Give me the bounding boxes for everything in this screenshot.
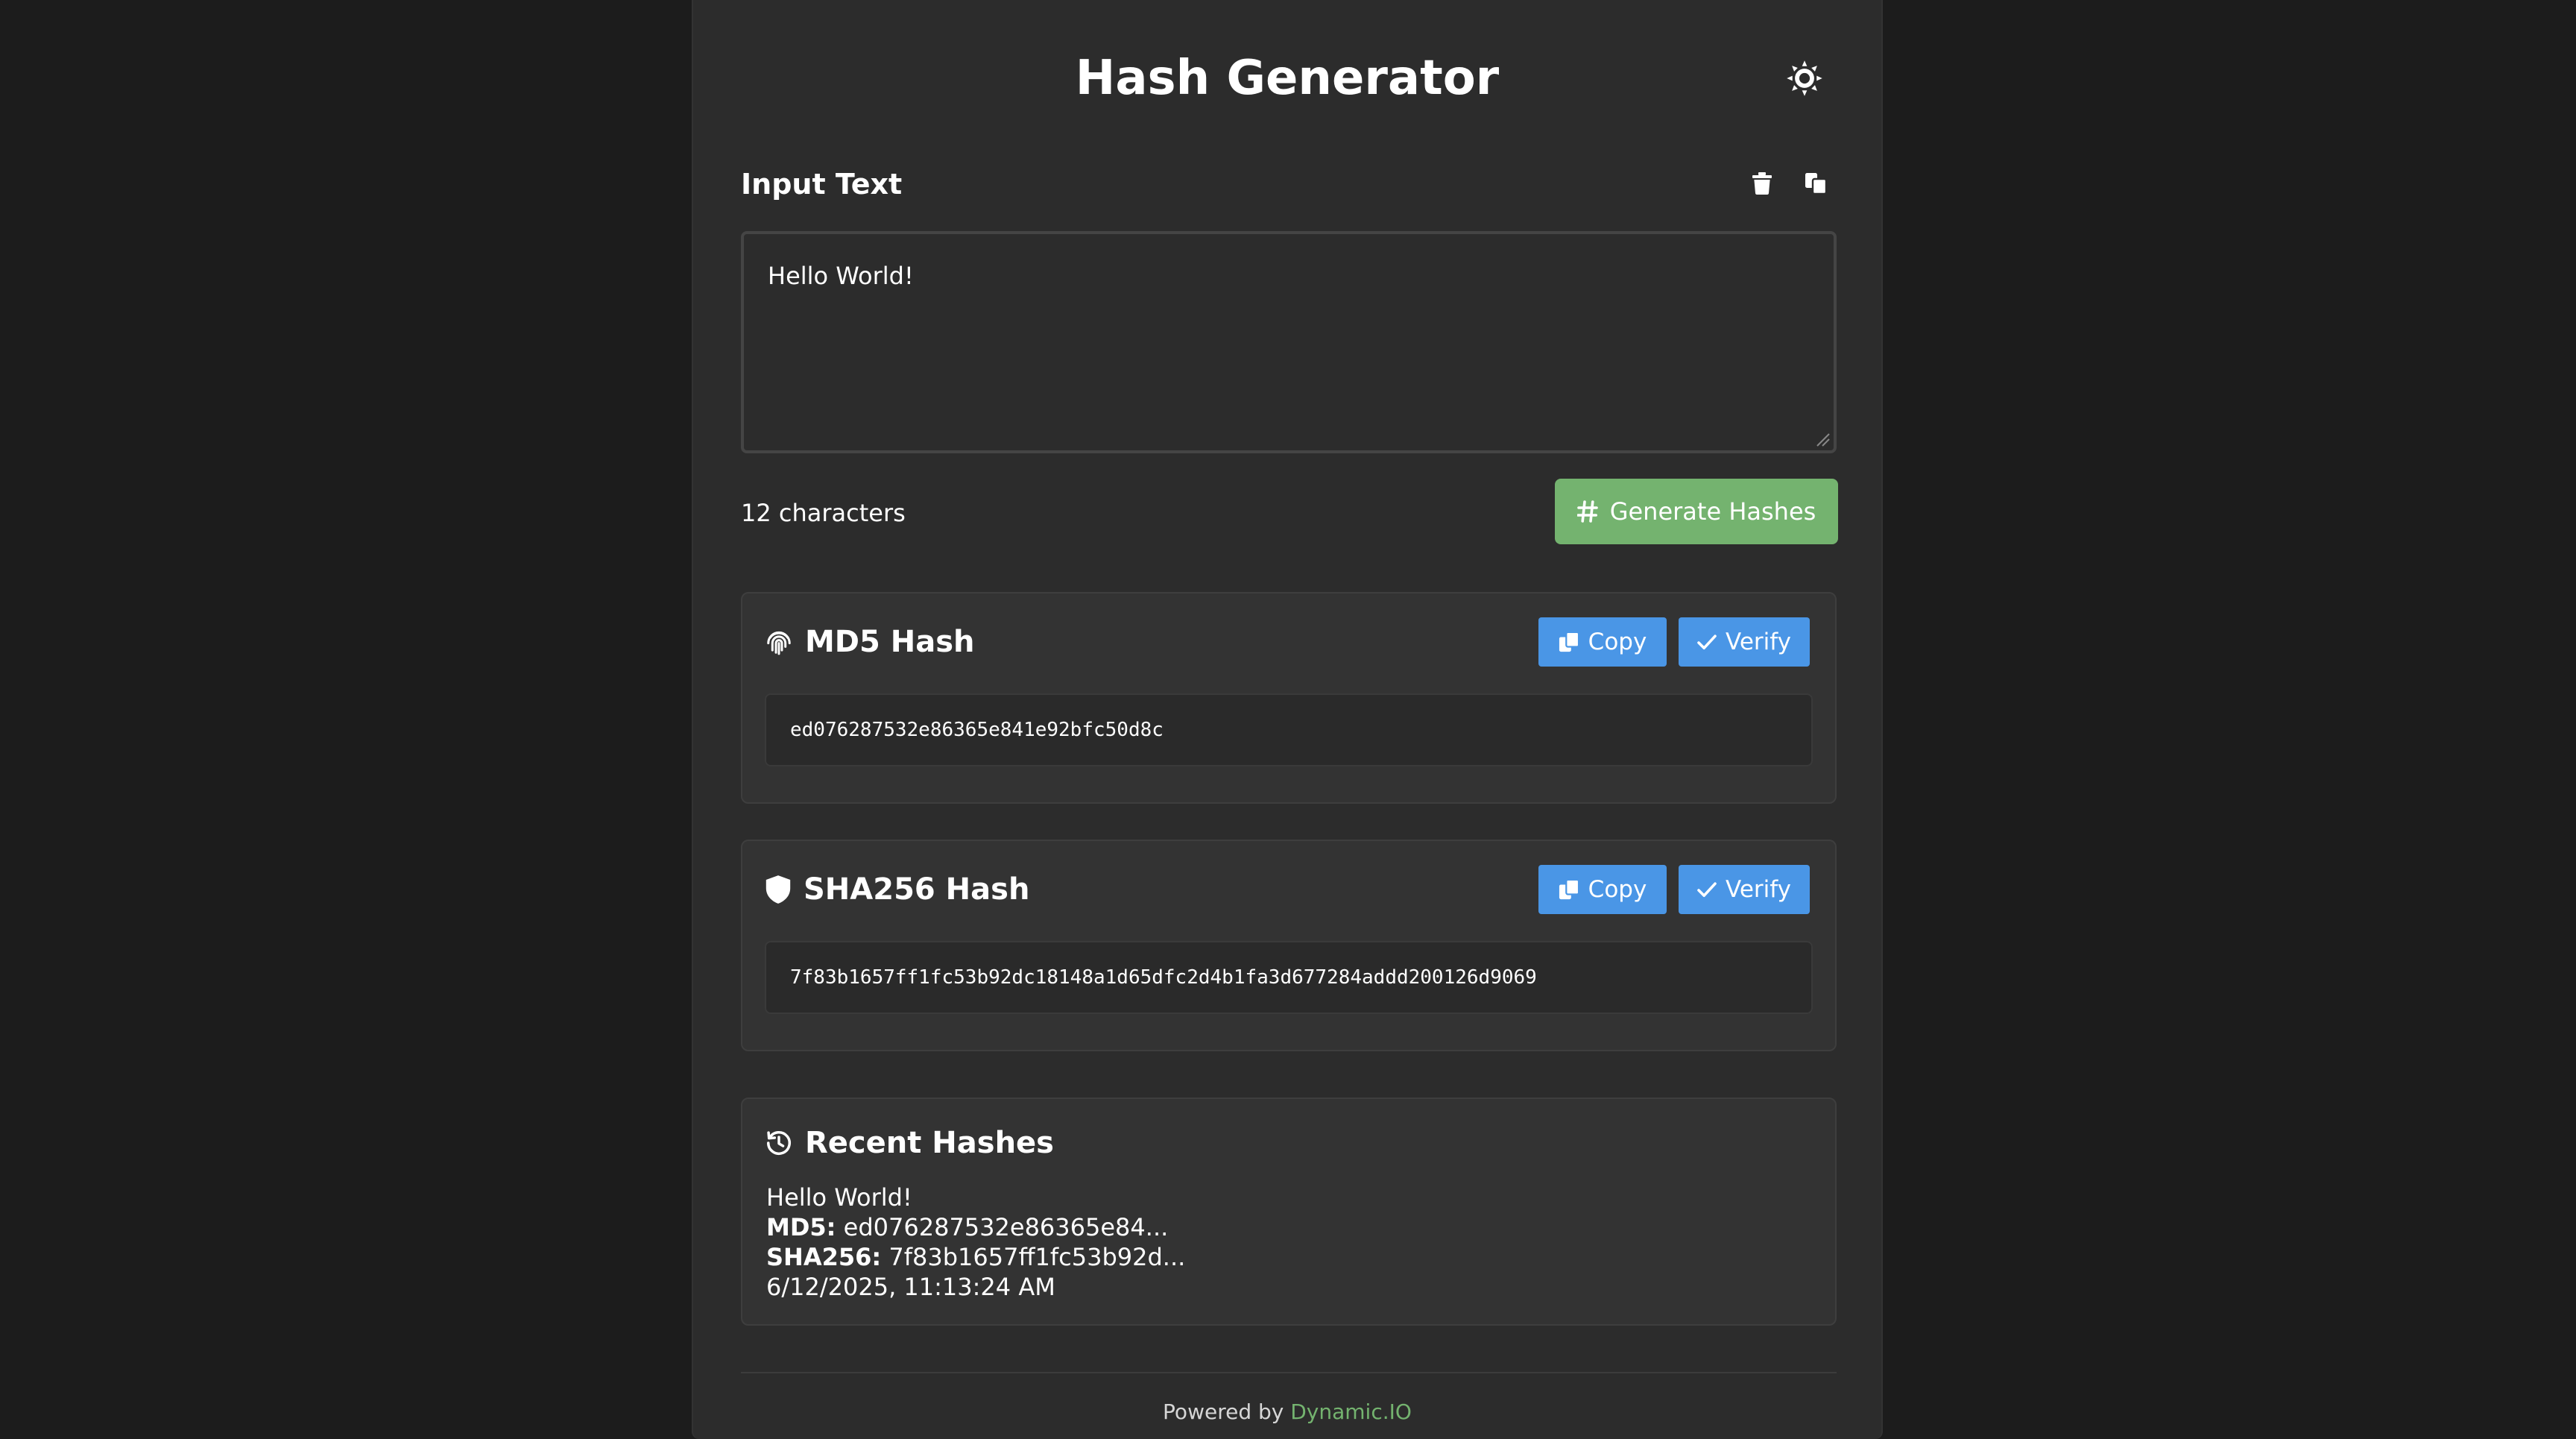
check-icon: [1697, 635, 1717, 650]
recent-entry-timestamp: 6/12/2025, 11:13:24 AM: [766, 1273, 1055, 1301]
character-count: 12 characters: [741, 499, 906, 527]
sha256-hash-header: SHA256 Hash: [765, 871, 1029, 908]
copy-icon: [1559, 879, 1579, 900]
fingerprint-icon: [767, 631, 791, 655]
sha256-copy-label: Copy: [1588, 876, 1647, 903]
sun-icon: [1787, 60, 1822, 96]
md5-verify-label: Verify: [1726, 629, 1791, 655]
md5-verify-button[interactable]: Verify: [1679, 617, 1810, 667]
md5-hash-title: MD5 Hash: [805, 625, 975, 659]
footer-link[interactable]: Dynamic.IO: [1290, 1399, 1412, 1424]
md5-hash-output[interactable]: ed076287532e86365e841e92bfc50d8c: [765, 693, 1813, 766]
recent-entry-sha256: SHA256: 7f83b1657ff1fc53b92d...: [766, 1242, 1185, 1272]
recent-entry-text: Hello World!: [766, 1183, 912, 1212]
input-textarea[interactable]: Hello World!: [741, 231, 1837, 453]
paste-icon: [1805, 173, 1827, 195]
theme-toggle-button[interactable]: [1784, 58, 1825, 98]
history-icon: [767, 1131, 791, 1155]
recent-entry-md5-value: ed076287532e86365e84...: [843, 1213, 1169, 1241]
recent-hashes-card: Recent Hashes Hello World! MD5: ed076287…: [741, 1098, 1837, 1326]
check-icon: [1697, 882, 1717, 898]
md5-hash-header: MD5 Hash: [765, 623, 975, 661]
input-section-label: Input Text: [741, 168, 903, 201]
paste-input-button[interactable]: [1801, 169, 1831, 198]
md5-copy-label: Copy: [1588, 629, 1647, 655]
md5-hash-card: MD5 Hash Copy Verify ed076287532e86365e8…: [741, 592, 1837, 804]
sha256-hash-card: SHA256 Hash Copy Verify 7f83b1657ff1fc53…: [741, 840, 1837, 1051]
copy-icon: [1559, 632, 1579, 652]
shield-icon: [765, 875, 791, 904]
sha256-copy-button[interactable]: Copy: [1538, 865, 1667, 914]
hash-icon: [1576, 500, 1598, 523]
generate-hashes-button[interactable]: Generate Hashes: [1555, 479, 1838, 544]
recent-hashes-header: Recent Hashes: [765, 1124, 1054, 1162]
input-text-value: Hello World!: [768, 262, 914, 290]
recent-hash-entry[interactable]: Hello World! MD5: ed076287532e86365e84..…: [766, 1183, 1185, 1302]
resize-grip-icon[interactable]: [1814, 431, 1831, 447]
generate-hashes-label: Generate Hashes: [1609, 497, 1816, 526]
footer-prefix: Powered by: [1163, 1399, 1284, 1424]
trash-icon: [1752, 172, 1772, 195]
recent-entry-md5: MD5: ed076287532e86365e84...: [766, 1212, 1185, 1242]
main-card: Hash Generator Input Text Hello World! 1…: [692, 0, 1883, 1439]
recent-entry-md5-label: MD5:: [766, 1213, 836, 1241]
page-title: Hash Generator: [1075, 51, 1500, 106]
clear-input-button[interactable]: [1747, 169, 1777, 198]
sha256-hash-title: SHA256 Hash: [804, 872, 1030, 907]
recent-entry-sha256-value: 7f83b1657ff1fc53b92d...: [888, 1243, 1186, 1271]
sha256-verify-button[interactable]: Verify: [1679, 865, 1810, 914]
recent-hashes-title: Recent Hashes: [805, 1126, 1054, 1160]
footer: Powered by Dynamic.IO: [693, 1397, 1881, 1427]
sha256-hash-output[interactable]: 7f83b1657ff1fc53b92dc18148a1d65dfc2d4b1f…: [765, 941, 1813, 1014]
md5-copy-button[interactable]: Copy: [1538, 617, 1667, 667]
footer-divider: [741, 1372, 1837, 1373]
recent-entry-sha256-label: SHA256:: [766, 1243, 882, 1271]
sha256-verify-label: Verify: [1726, 876, 1791, 903]
